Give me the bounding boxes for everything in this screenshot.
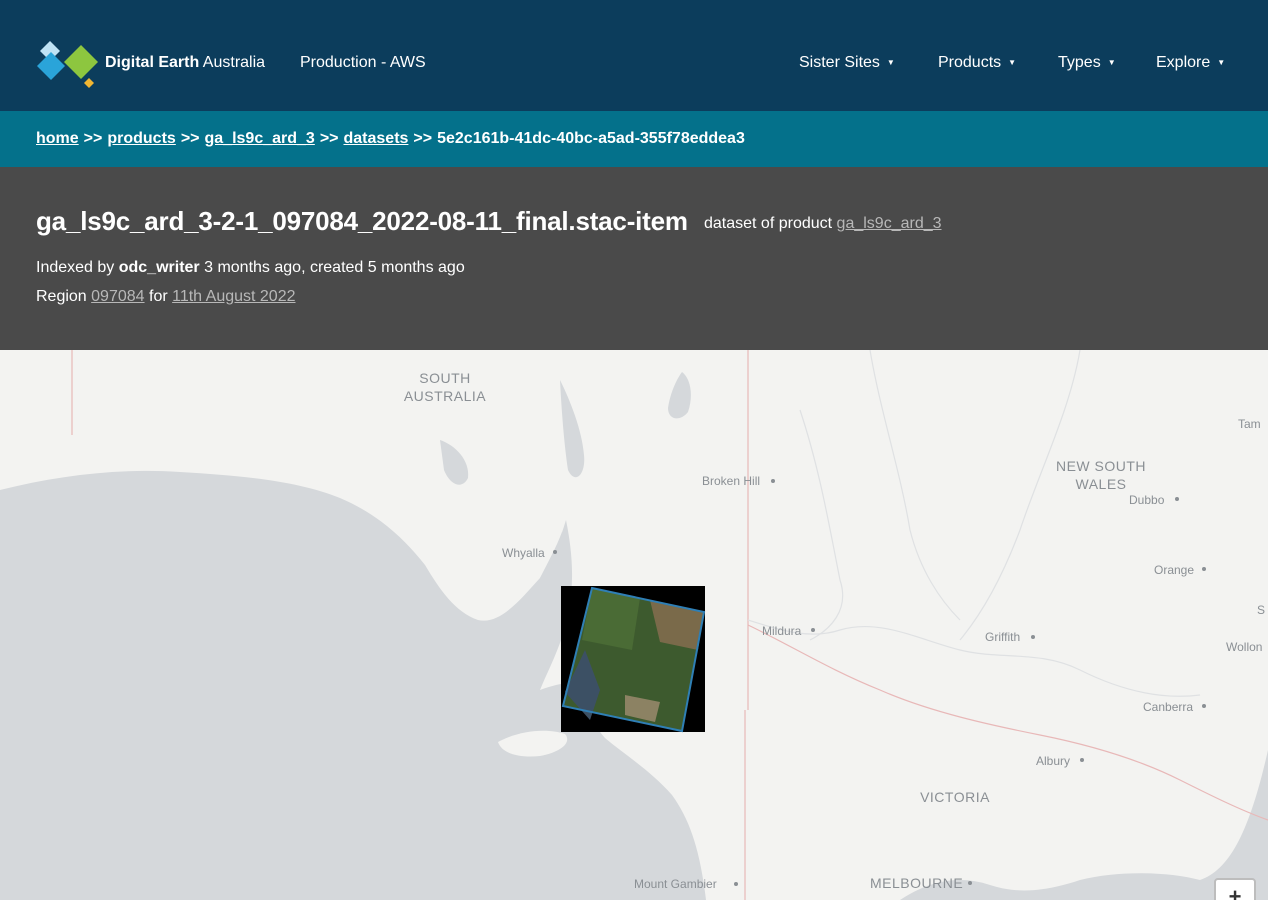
dataset-header-panel: ga_ls9c_ard_3-2-1_097084_2022-08-11_fina… xyxy=(0,167,1268,350)
nav-products[interactable]: Products ▼ xyxy=(938,54,1016,72)
city-dot-icon xyxy=(1202,567,1206,571)
breadcrumb-home-link[interactable]: home xyxy=(36,130,79,147)
breadcrumb-separator: >> xyxy=(319,130,339,147)
city-dot-icon xyxy=(1202,704,1206,708)
nav-label: Products xyxy=(938,54,1002,71)
map-city-label: MELBOURNE xyxy=(870,875,963,891)
caret-down-icon: ▼ xyxy=(1107,58,1116,67)
city-dot-icon xyxy=(811,628,815,632)
city-dot-icon xyxy=(968,881,972,885)
region-prefix: Region xyxy=(36,288,87,305)
map-city-label: Tam xyxy=(1238,417,1261,431)
dataset-subtitle: dataset of product ga_ls9c_ard_3 xyxy=(704,215,942,233)
environment-label: Production - AWS xyxy=(300,54,426,71)
breadcrumb-current: 5e2c161b-41dc-40bc-a5ad-355f78eddea3 xyxy=(437,130,745,147)
caret-down-icon: ▼ xyxy=(1008,58,1017,67)
map-region-label: WALES xyxy=(1076,476,1127,492)
map-region-label: AUSTRALIA xyxy=(404,388,486,404)
indexed-by-user: odc_writer xyxy=(118,259,200,276)
city-dot-icon xyxy=(734,882,738,886)
map-region-label: SOUTH xyxy=(419,370,471,386)
map-city-label: Orange xyxy=(1154,563,1194,577)
map-city-label: Mildura xyxy=(762,624,802,638)
nav-sister-sites[interactable]: Sister Sites ▼ xyxy=(799,54,895,72)
date-prefix: for xyxy=(149,288,168,305)
indexed-suffix: 3 months ago, created 5 months ago xyxy=(204,259,465,276)
breadcrumb-product-link[interactable]: ga_ls9c_ard_3 xyxy=(205,130,315,147)
map-city-label: Canberra xyxy=(1143,700,1193,714)
dea-logo-icon[interactable] xyxy=(36,41,100,89)
nav-label: Sister Sites xyxy=(799,54,880,71)
map-city-label: Dubbo xyxy=(1129,493,1165,507)
brand-bold: Digital Earth xyxy=(105,54,200,71)
region-info: Region 097084 for 11th August 2022 xyxy=(36,288,296,306)
map-city-label: Mount Gambier xyxy=(634,877,717,891)
city-dot-icon xyxy=(1080,758,1084,762)
indexed-info: Indexed by odc_writer 3 months ago, crea… xyxy=(36,259,465,277)
map-canvas[interactable]: SOUTH AUSTRALIA NEW SOUTH WALES VICTORIA… xyxy=(0,350,1268,900)
subtitle-prefix: dataset of product xyxy=(704,215,833,232)
nav-explore[interactable]: Explore ▼ xyxy=(1156,54,1225,72)
breadcrumb-separator: >> xyxy=(83,130,103,147)
map-city-label: Griffith xyxy=(985,630,1020,644)
indexed-prefix: Indexed by xyxy=(36,259,115,276)
top-navbar: Digital Earth Australia Production - AWS… xyxy=(0,0,1268,111)
city-dot-icon xyxy=(553,550,557,554)
city-dot-icon xyxy=(1031,635,1035,639)
map-city-label: Albury xyxy=(1036,754,1070,768)
nav-types[interactable]: Types ▼ xyxy=(1058,54,1116,72)
breadcrumb-separator: >> xyxy=(180,130,200,147)
breadcrumb-datasets-link[interactable]: datasets xyxy=(344,130,409,147)
city-dot-icon xyxy=(1175,497,1179,501)
caret-down-icon: ▼ xyxy=(886,58,895,67)
caret-down-icon: ▼ xyxy=(1217,58,1226,67)
map-city-label: Whyalla xyxy=(502,546,545,560)
region-link[interactable]: 097084 xyxy=(91,288,144,305)
breadcrumb-separator: >> xyxy=(413,130,433,147)
map-city-label: S xyxy=(1257,603,1265,617)
dataset-map[interactable]: SOUTH AUSTRALIA NEW SOUTH WALES VICTORIA… xyxy=(0,350,1268,900)
map-region-label: NEW SOUTH xyxy=(1056,458,1146,474)
dataset-footprint[interactable] xyxy=(561,586,706,733)
date-link[interactable]: 11th August 2022 xyxy=(172,288,295,305)
breadcrumb-bar: home >> products >> ga_ls9c_ard_3 >> datasets >… xyxy=(0,111,1268,167)
breadcrumb: home >> products >> ga_ls9c_ard_3 >> datasets >… xyxy=(36,130,745,148)
map-city-label: Broken Hill xyxy=(702,474,760,488)
page-title: ga_ls9c_ard_3-2-1_097084_2022-08-11_fina… xyxy=(36,206,688,236)
brand-name[interactable]: Digital Earth Australia xyxy=(105,54,265,72)
zoom-in-button[interactable]: + xyxy=(1214,878,1256,900)
map-region-label: VICTORIA xyxy=(920,789,990,805)
city-dot-icon xyxy=(771,479,775,483)
product-link[interactable]: ga_ls9c_ard_3 xyxy=(837,215,942,232)
breadcrumb-products-link[interactable]: products xyxy=(107,130,175,147)
nav-label: Explore xyxy=(1156,54,1211,71)
map-city-label: Wollon xyxy=(1226,640,1262,654)
brand-regular: Australia xyxy=(202,54,266,71)
nav-label: Types xyxy=(1058,54,1101,71)
